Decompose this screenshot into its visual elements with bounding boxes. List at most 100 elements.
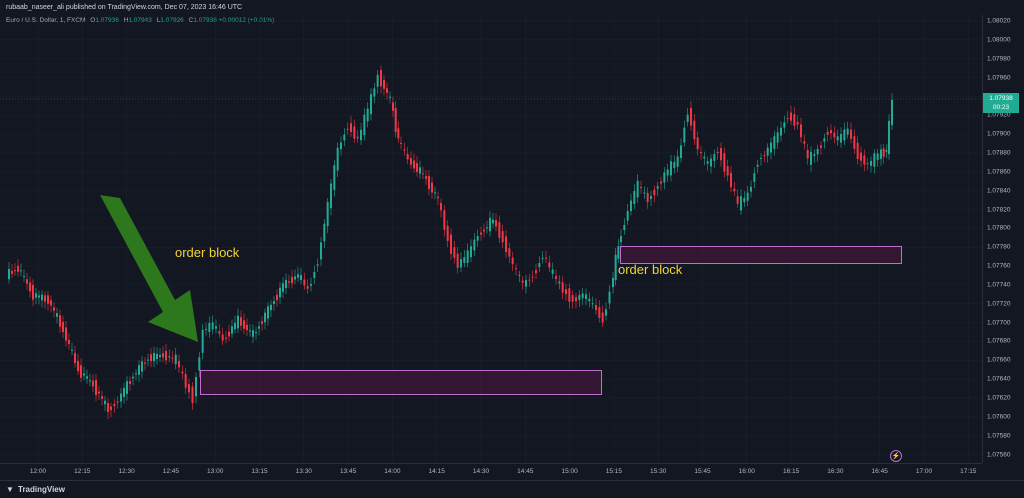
candle [585,294,587,299]
candle [456,253,459,268]
candle [612,277,614,288]
candle [853,136,856,149]
order-block-label-left: order block [175,245,240,260]
time-tick: 14:00 [384,468,401,475]
candle [240,317,242,326]
candle [363,114,366,136]
candle [228,331,230,337]
candle [410,158,412,165]
candle [178,360,180,368]
price-scale[interactable]: 1.080201.080001.079801.079601.079401.079… [982,15,1024,463]
candle [888,120,890,155]
candle [191,386,194,404]
publish-header: rubaab_naseer_ali published on TradingVi… [0,0,1024,15]
price-tick: 1.07740 [987,281,1011,289]
candle [489,217,491,232]
candle [446,225,449,241]
candle [538,263,541,267]
candle [466,250,469,263]
candle [59,315,61,327]
candle [29,282,31,292]
candle [730,172,732,188]
candle [693,120,696,140]
candle [138,365,140,375]
candle [188,384,190,393]
candle [830,130,832,134]
candle [80,365,82,378]
candle [740,196,742,211]
candle [453,247,456,258]
candle [26,279,28,284]
candle [483,229,485,232]
candle [406,153,409,160]
candle [270,304,272,311]
candle [65,327,67,341]
price-tick: 1.08020 [987,17,1011,25]
candle [486,227,488,229]
candle [713,154,716,161]
price-tick: 1.07700 [987,319,1011,327]
candle [313,271,316,279]
candle [535,270,537,274]
candle [700,151,702,154]
candle [323,223,326,242]
candle [653,189,656,196]
candle [306,286,309,289]
price-tick: 1.07800 [987,224,1011,232]
candle [171,357,174,359]
candle [386,88,388,93]
candle [98,391,100,394]
candle [208,322,211,333]
chart-grid [0,15,982,463]
candle [71,349,73,351]
candle [129,381,131,384]
candlestick-chart[interactable] [0,15,982,463]
candle [181,371,184,374]
candle [873,153,876,167]
candle [316,264,319,266]
candle [640,187,642,189]
time-tick: 16:15 [782,468,800,475]
candle [380,69,382,87]
candle [575,297,577,302]
candle [413,160,415,169]
candle [343,134,346,141]
candle [703,156,706,159]
tradingview-logo[interactable]: ▼ TradingView [6,485,65,494]
candle [416,163,418,172]
candle [303,279,306,286]
candle [346,128,349,130]
candle [394,107,397,133]
time-tick: 12:45 [162,468,180,475]
candle [820,145,822,148]
candle [816,148,819,155]
candle [89,380,91,382]
candle [41,294,43,301]
candle [110,406,112,411]
lightning-icon[interactable]: ⚡ [890,450,902,462]
candle [541,257,544,259]
candle [800,124,802,138]
candle [264,312,266,323]
candle [750,186,752,192]
candle [620,236,622,243]
candle [147,359,149,361]
time-tick: 13:45 [339,468,357,475]
candle [591,303,594,305]
candle [419,167,421,174]
candle [383,80,385,89]
candle [588,298,591,302]
price-tick: 1.08000 [987,36,1011,44]
candle [184,373,187,388]
candle [77,360,79,372]
candle [366,108,369,122]
candle [174,354,177,365]
candle [201,329,204,353]
time-scale[interactable]: 12:00 12:15 12:30 12:45 13:00 13:15 13:30 13:45… [0,463,982,481]
candle [736,196,739,204]
candle [756,164,759,167]
order-block-left[interactable] [200,370,602,395]
candle [165,350,167,361]
publisher-text: rubaab_naseer_ali published on TradingVi… [6,4,243,11]
candle [614,254,617,281]
